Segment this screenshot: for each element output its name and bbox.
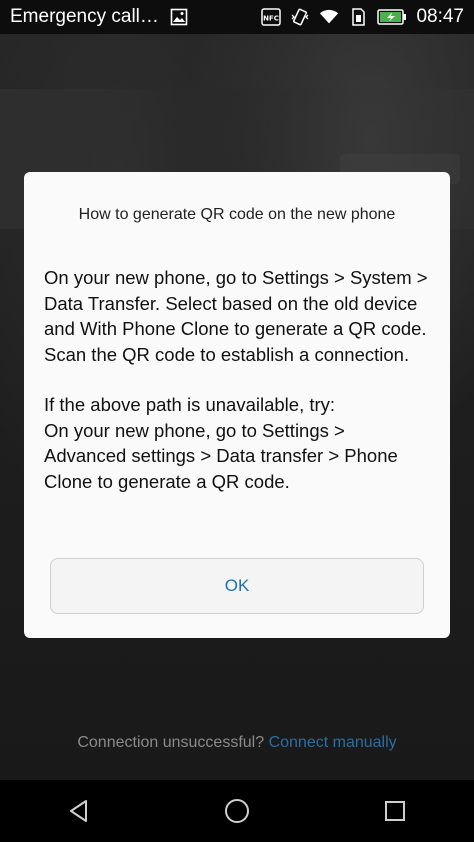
ok-button[interactable]: OK [50,558,424,614]
recents-icon [385,801,405,821]
status-bar-left: Emergency call… [10,6,261,28]
qr-help-dialog: How to generate QR code on the new phone… [24,172,450,638]
dialog-title: How to generate QR code on the new phone [78,206,396,223]
connection-hint: Connection unsuccessful? Connect manuall… [0,734,474,752]
battery-charging-icon [377,7,407,27]
navigation-bar [0,780,474,842]
dialog-paragraph: On your new phone, go to Settings > Adva… [44,419,398,492]
dialog-body: On your new phone, go to Settings > Syst… [44,265,430,494]
dialog-paragraph: If the above path is unavailable, try: [44,394,336,415]
connect-manually-link[interactable]: Connect manually [269,734,397,751]
sim-icon [348,7,368,27]
status-time: 08:47 [416,6,464,27]
back-icon [70,800,87,822]
image-icon [169,7,189,27]
back-button[interactable] [49,786,109,836]
svg-text:NFC: NFC [264,15,280,23]
status-title: Emergency call… [10,6,159,27]
connection-hint-text: Connection unsuccessful? [77,734,265,751]
wifi-icon [319,7,339,27]
nfc-icon: NFC [261,7,282,27]
status-bar-right: NFC 08:47 [261,6,464,28]
recents-button[interactable] [365,786,425,836]
vibrate-icon [290,7,310,27]
status-bar: Emergency call… NFC 08:47 [0,0,474,34]
dialog-paragraph: On your new phone, go to Settings > Syst… [44,267,428,365]
home-button[interactable] [207,786,267,836]
home-icon [225,799,249,823]
